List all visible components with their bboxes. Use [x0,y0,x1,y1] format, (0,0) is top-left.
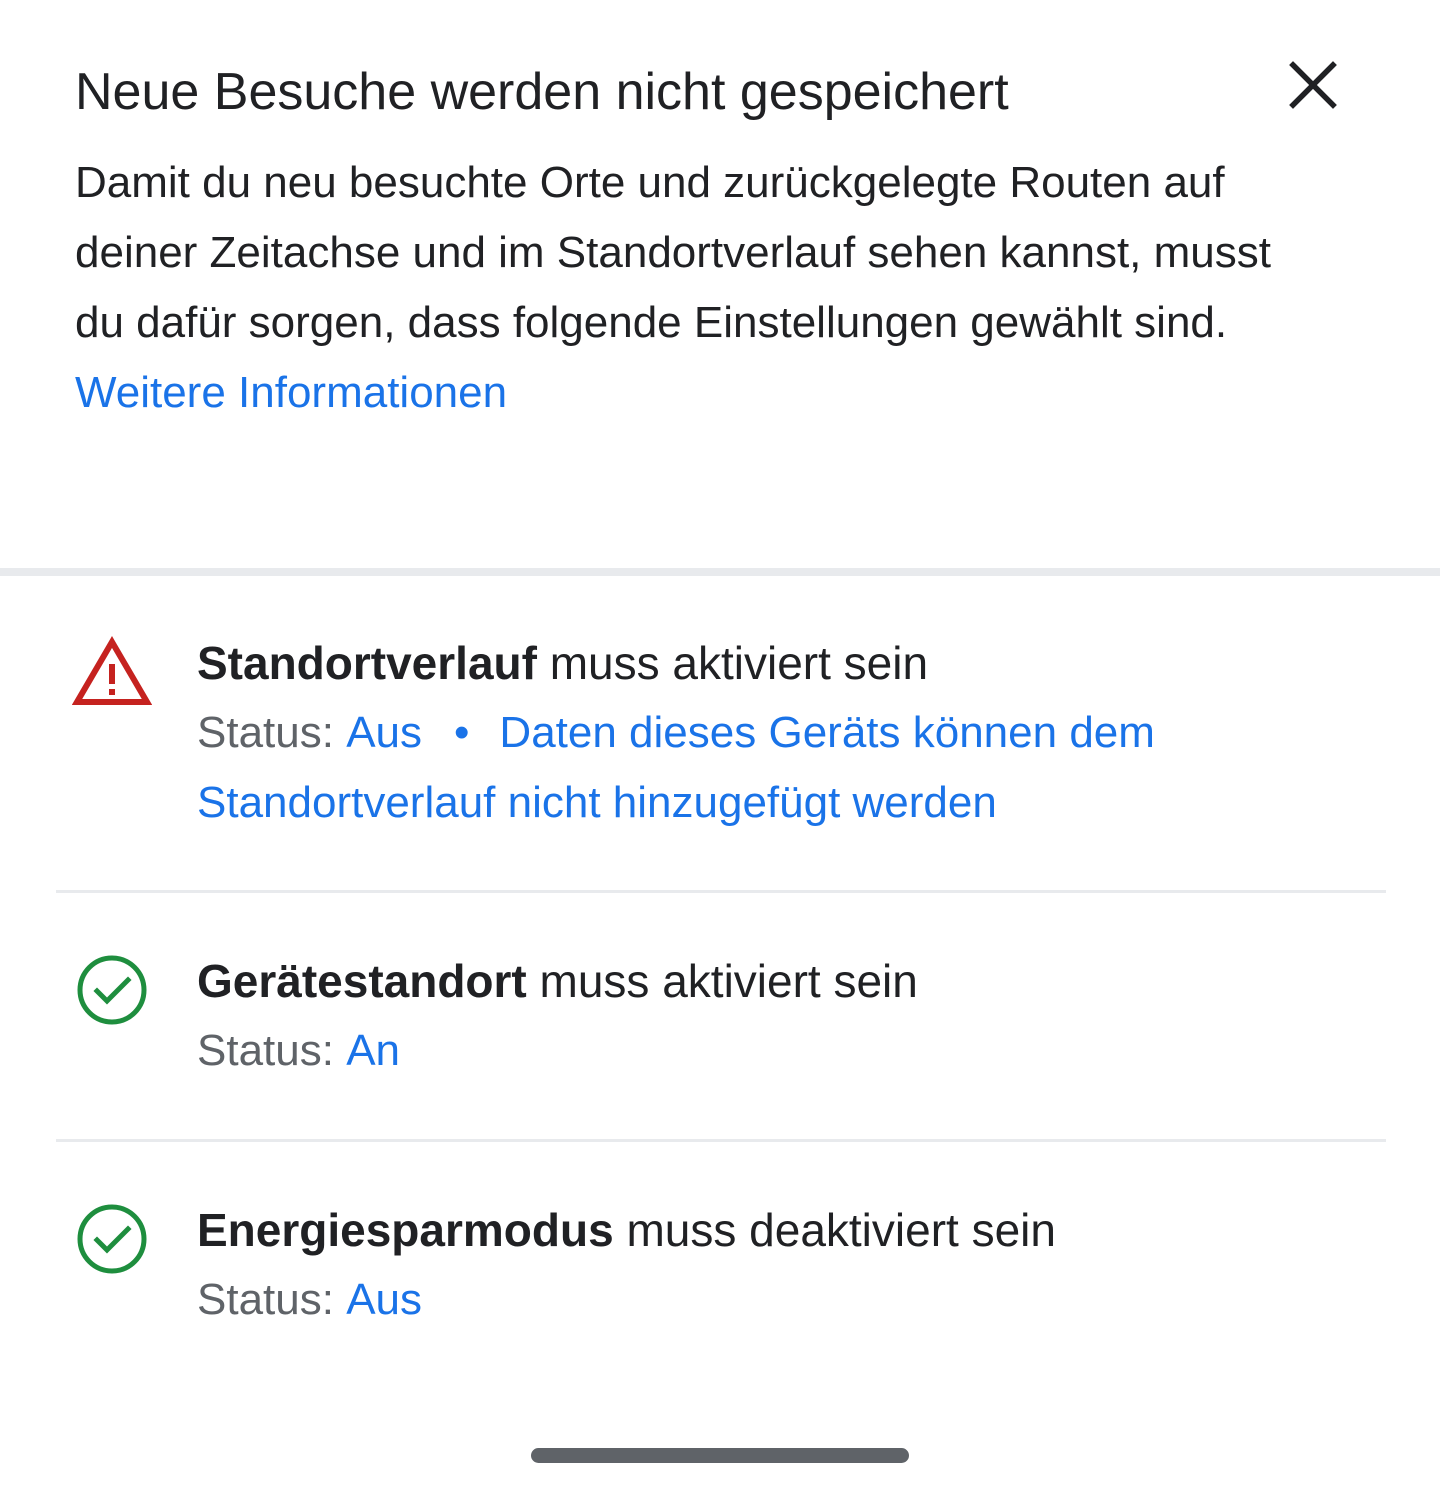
row-divider [56,890,1386,893]
description-text: Damit du neu besuchte Orte und zurückgel… [75,158,1271,347]
requirement-title: Gerätestandort muss aktiviert sein [197,946,1347,1016]
requirement-title-rest: muss deaktiviert sein [613,1204,1056,1256]
status-value[interactable]: Aus [346,1275,422,1324]
close-icon [1289,61,1337,109]
requirement-status: Status: An [197,1016,1347,1086]
requirement-status: Status: Aus [197,1265,1347,1335]
requirement-status: Status: Aus • Daten dieses Geräts können d… [197,698,1347,838]
status-separator: • [454,708,470,757]
check-circle-icon [72,950,152,1030]
section-divider [0,568,1440,576]
requirement-title-rest: muss aktiviert sein [526,955,918,1007]
requirement-title: Energiesparmodus muss deaktiviert sein [197,1195,1347,1265]
home-indicator[interactable] [531,1448,909,1463]
requirement-location-history[interactable]: Standortverlauf muss aktiviert sein Stat… [0,628,1440,858]
requirement-title-strong: Energiesparmodus [197,1204,614,1256]
check-circle-icon [72,1199,152,1279]
requirement-title: Standortverlauf muss aktiviert sein [197,628,1347,698]
requirement-battery-saver[interactable]: Energiesparmodus muss deaktiviert sein S… [0,1195,1440,1345]
dialog-description: Damit du neu besuchte Orte und zurückgel… [75,148,1275,428]
dialog-title: Neue Besuche werden nicht gespeichert [75,63,1009,121]
requirement-title-strong: Gerätestandort [197,955,527,1007]
row-divider [56,1139,1386,1142]
dialog-header: Neue Besuche werden nicht gespeichert [75,52,1255,132]
status-value[interactable]: Aus [346,708,422,757]
warning-icon [72,632,152,712]
status-label: Status: [197,1275,347,1324]
requirement-title-rest: muss aktiviert sein [536,637,929,689]
status-label: Status: [197,1026,347,1075]
requirement-device-location[interactable]: Gerätestandort muss aktiviert sein Statu… [0,946,1440,1096]
close-button[interactable] [1278,50,1348,120]
status-label: Status: [197,708,347,757]
requirement-title-strong: Standortverlauf [197,637,537,689]
status-value[interactable]: An [346,1026,400,1075]
location-settings-sheet: Neue Besuche werden nicht gespeichert Da… [0,0,1440,1498]
learn-more-link[interactable]: Weitere Informationen [75,368,507,417]
